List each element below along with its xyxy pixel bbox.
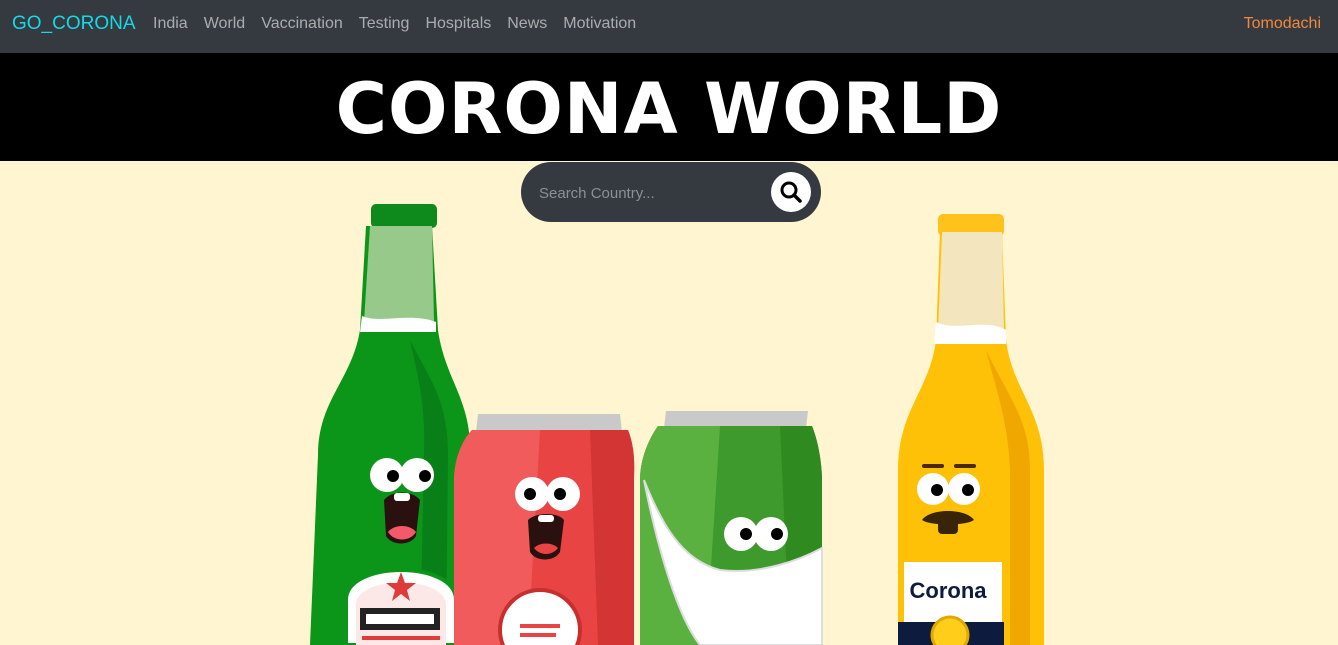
nav-link-news[interactable]: News xyxy=(507,15,547,33)
navbar: GO_CORONA India World Vaccination Testin… xyxy=(0,0,1338,53)
search-bar xyxy=(521,162,821,222)
brand-link[interactable]: GO_CORONA xyxy=(12,13,136,35)
corona-label-text: Corona xyxy=(910,578,988,603)
green-can-character xyxy=(640,411,823,645)
nav-link-vaccination[interactable]: Vaccination xyxy=(261,15,343,33)
nav-link-testing[interactable]: Testing xyxy=(359,15,410,33)
hero-banner: CORONA WORLD xyxy=(0,53,1338,161)
bottles-illustration: Corona xyxy=(310,204,1044,645)
search-button[interactable] xyxy=(771,172,811,212)
page-title: CORONA WORLD xyxy=(335,68,1003,150)
red-can-character xyxy=(454,414,635,645)
search-input[interactable] xyxy=(537,180,771,206)
yellow-bottle-character: Corona xyxy=(898,214,1044,645)
nav-link-india[interactable]: India xyxy=(153,15,188,33)
nav-link-tomodachi[interactable]: Tomodachi xyxy=(1244,15,1321,33)
search-icon xyxy=(780,181,802,203)
green-bottle-character xyxy=(310,204,471,645)
nav-link-world[interactable]: World xyxy=(204,15,246,33)
nav-link-hospitals[interactable]: Hospitals xyxy=(425,15,491,33)
nav-links: India World Vaccination Testing Hospital… xyxy=(153,15,652,33)
nav-link-motivation[interactable]: Motivation xyxy=(563,15,636,33)
